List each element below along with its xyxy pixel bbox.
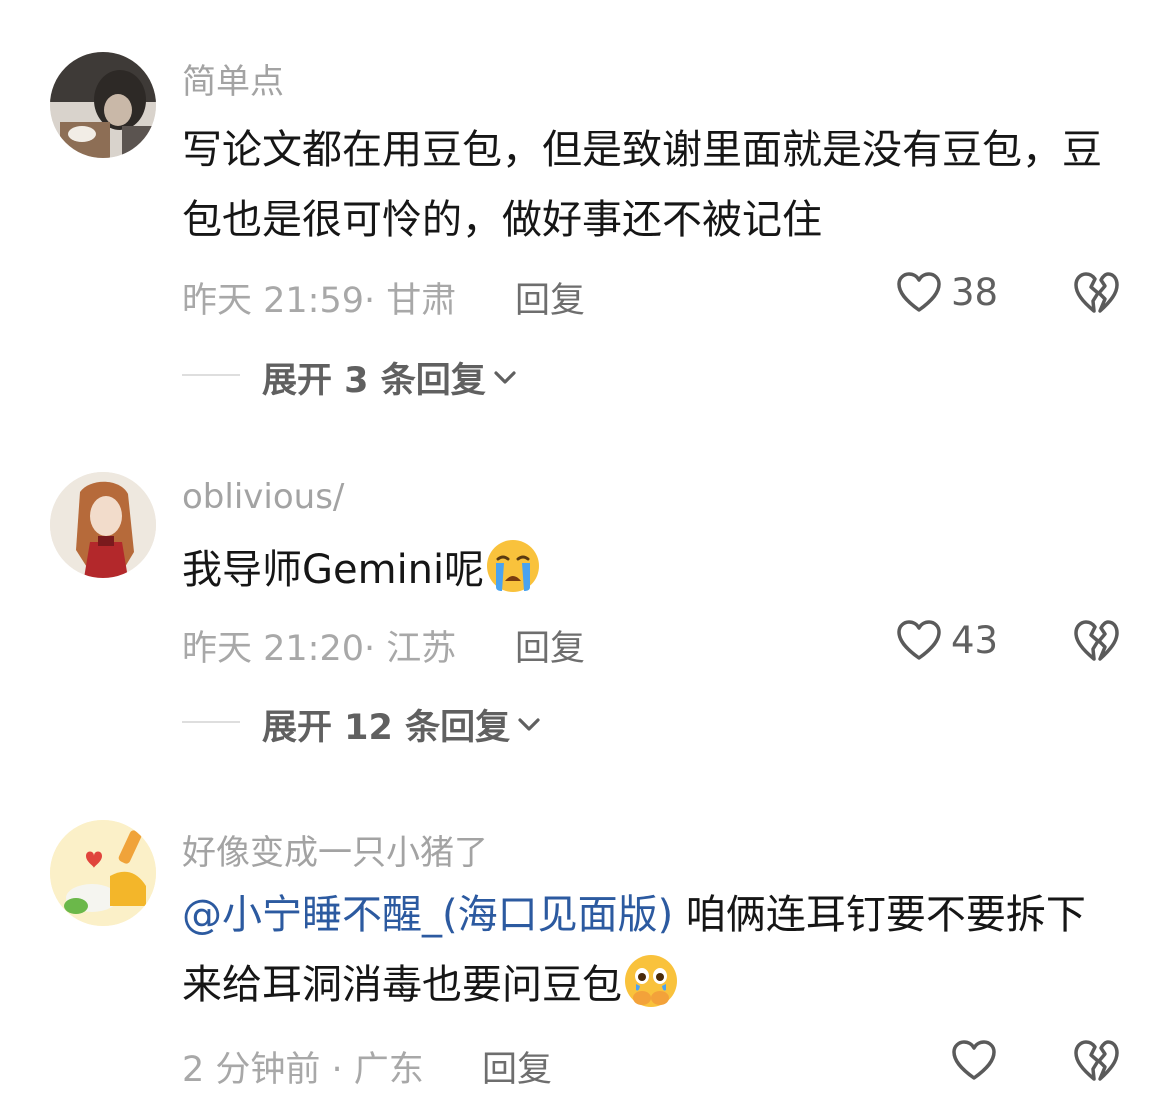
avatar[interactable] [50, 820, 156, 926]
avatar[interactable] [50, 52, 156, 158]
like-button[interactable] [950, 1038, 998, 1082]
divider [182, 721, 240, 723]
comment-meta: 昨天 21:20· 江苏 [182, 629, 457, 669]
comment-text-body: 我导师Gemini呢 [182, 547, 485, 593]
reply-button[interactable]: 回复 [515, 620, 585, 671]
chevron-down-icon [518, 717, 540, 731]
username[interactable]: 简单点 [182, 54, 284, 103]
comment-text: 写论文都在用豆包，但是致谢里面就是没有豆包，豆包也是很可怜的，做好事还不被记住 [182, 127, 1102, 243]
chevron-down-icon [494, 370, 516, 384]
comment-text: @小宁睡不醒_(海口见面版) 咱俩连耳钉要不要拆下来给耳洞消毒也要问豆包 [182, 880, 1112, 1020]
username[interactable]: oblivious/ [182, 477, 344, 517]
comment-meta: 2 分钟前 · 广东 [182, 1050, 424, 1090]
expand-replies-button[interactable]: 展开 3 条回复 [262, 352, 518, 403]
heart-outline-icon [952, 1040, 996, 1080]
like-count: 43 [951, 618, 999, 662]
broken-heart-icon[interactable] [1072, 269, 1120, 315]
heart-outline-icon [897, 620, 941, 660]
avatar[interactable] [50, 472, 156, 578]
expand-label: 展开 12 条回复 [262, 708, 511, 748]
loudly-crying-face-emoji [487, 540, 540, 592]
expand-label: 展开 3 条回复 [262, 361, 486, 401]
reply-button[interactable]: 回复 [515, 272, 585, 323]
like-button[interactable]: 38 [895, 270, 998, 314]
like-count: 38 [951, 270, 999, 314]
comment-text: 我导师Gemini呢 [182, 535, 1112, 605]
broken-heart-icon[interactable] [1072, 617, 1120, 663]
broken-heart-icon[interactable] [1072, 1037, 1120, 1083]
like-button[interactable]: 43 [895, 618, 998, 662]
username[interactable]: 好像变成一只小猪了 [182, 825, 488, 874]
divider [182, 374, 240, 376]
comment-meta: 昨天 21:59· 甘肃 [182, 281, 457, 321]
expand-replies-button[interactable]: 展开 12 条回复 [262, 699, 542, 750]
face-holding-back-tears-emoji [625, 955, 677, 1007]
reply-button[interactable]: 回复 [482, 1041, 552, 1092]
heart-outline-icon [897, 272, 941, 312]
mention-link[interactable]: @小宁睡不醒_(海口见面版) [182, 892, 673, 938]
